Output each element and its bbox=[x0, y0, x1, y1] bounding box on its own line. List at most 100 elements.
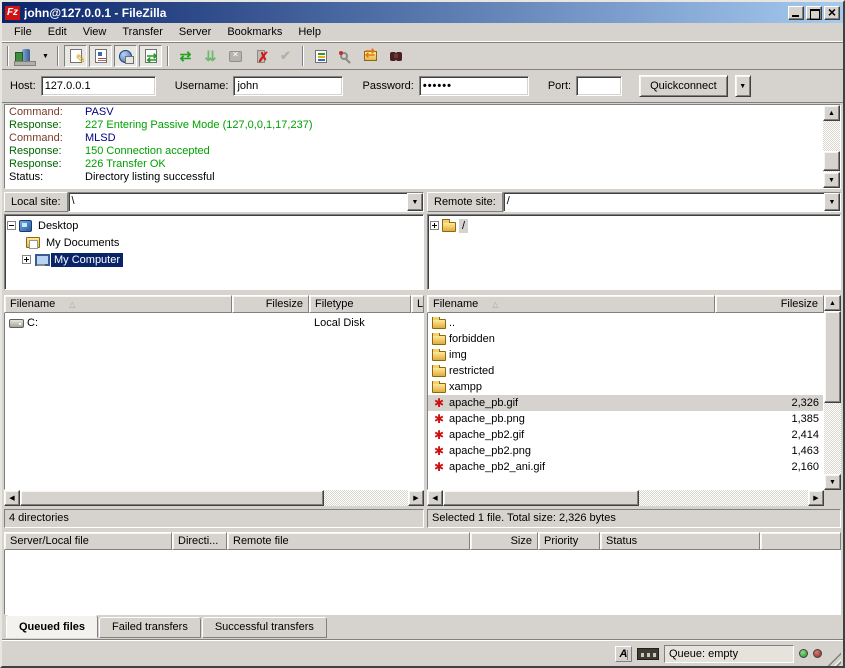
menu-bookmarks[interactable]: Bookmarks bbox=[219, 24, 290, 40]
file-row-restricted[interactable]: restricted bbox=[428, 363, 823, 379]
file-row-apache-pb2-gif[interactable]: apache_pb2.gif 2,414 bbox=[428, 427, 823, 443]
titlebar[interactable]: Fz john@127.0.0.1 - FileZilla bbox=[2, 2, 843, 23]
column-server-local-file[interactable]: Server/Local file bbox=[4, 532, 172, 550]
close-button[interactable] bbox=[824, 6, 840, 20]
disconnect-button[interactable] bbox=[249, 45, 272, 67]
file-row-img[interactable]: img bbox=[428, 347, 823, 363]
password-label: Password: bbox=[362, 80, 413, 92]
scroll-up-icon[interactable] bbox=[823, 105, 840, 121]
scroll-right-icon[interactable] bbox=[408, 490, 424, 506]
scroll-left-icon[interactable] bbox=[4, 490, 20, 506]
filter-button[interactable] bbox=[309, 45, 332, 67]
local-site-combo[interactable]: \ bbox=[68, 192, 424, 212]
remote-tree[interactable]: / bbox=[427, 214, 841, 290]
local-horizontal-scrollbar[interactable] bbox=[4, 490, 424, 506]
scroll-left-icon[interactable] bbox=[427, 490, 443, 506]
tree-item-my-computer[interactable]: My Computer bbox=[7, 251, 421, 268]
chevron-down-icon[interactable] bbox=[407, 193, 423, 211]
column-filename[interactable]: Filename bbox=[427, 295, 715, 313]
menu-view[interactable]: View bbox=[75, 24, 115, 40]
toggle-message-log-button[interactable] bbox=[64, 45, 87, 67]
file-row-parent-dir[interactable]: .. bbox=[428, 315, 823, 331]
resize-grip[interactable] bbox=[827, 652, 841, 666]
toggle-queue-button[interactable] bbox=[139, 45, 162, 67]
column-direction[interactable]: Directi... bbox=[172, 532, 227, 550]
scroll-right-icon[interactable] bbox=[808, 490, 824, 506]
file-row-xampp[interactable]: xampp bbox=[428, 379, 823, 395]
remote-file-list: Filename Filesize .. forbidden bbox=[427, 295, 841, 506]
menu-edit[interactable]: Edit bbox=[40, 24, 75, 40]
column-last-modified[interactable]: L bbox=[411, 295, 424, 313]
log-line: Status:Directory listing successful bbox=[9, 171, 820, 184]
password-input[interactable] bbox=[419, 76, 529, 96]
column-filesize[interactable]: Filesize bbox=[715, 295, 824, 313]
scroll-up-icon[interactable] bbox=[824, 295, 841, 311]
tab-successful-transfers[interactable]: Successful transfers bbox=[202, 617, 327, 638]
queue-body[interactable] bbox=[4, 550, 841, 615]
tab-failed-transfers[interactable]: Failed transfers bbox=[99, 617, 201, 638]
log-scrollbar[interactable] bbox=[823, 105, 840, 188]
remote-hscroll-thumb[interactable] bbox=[443, 490, 639, 506]
column-size[interactable]: Size bbox=[470, 532, 538, 550]
log-scrollbar-thumb[interactable] bbox=[823, 151, 840, 171]
toggle-remote-tree-button[interactable] bbox=[114, 45, 137, 67]
file-row-c-drive[interactable]: C: Local Disk bbox=[5, 315, 423, 331]
collapse-icon[interactable] bbox=[7, 221, 16, 230]
local-list-body[interactable]: C: Local Disk bbox=[4, 313, 424, 490]
chevron-down-icon[interactable] bbox=[824, 193, 840, 211]
scroll-down-icon[interactable] bbox=[824, 474, 841, 490]
menu-server[interactable]: Server bbox=[171, 24, 219, 40]
expand-icon[interactable] bbox=[22, 255, 31, 264]
remote-site-value: / bbox=[504, 193, 824, 211]
menu-help[interactable]: Help bbox=[290, 24, 329, 40]
column-remote-file[interactable]: Remote file bbox=[227, 532, 470, 550]
minimize-button[interactable] bbox=[788, 6, 804, 20]
column-status[interactable]: Status bbox=[600, 532, 760, 550]
process-queue-button[interactable] bbox=[199, 45, 222, 67]
column-filetype[interactable]: Filetype bbox=[309, 295, 411, 313]
tree-item-root[interactable]: / bbox=[430, 217, 838, 234]
tree-item-my-documents[interactable]: My Documents bbox=[7, 234, 421, 251]
refresh-button[interactable] bbox=[174, 45, 197, 67]
username-input[interactable] bbox=[233, 76, 343, 96]
expand-icon[interactable] bbox=[430, 221, 439, 230]
local-tree[interactable]: Desktop My Documents My Computer bbox=[4, 214, 424, 290]
quickconnect-button[interactable]: Quickconnect bbox=[639, 75, 728, 97]
site-manager-dropdown[interactable] bbox=[39, 45, 52, 67]
remote-vscroll-thumb[interactable] bbox=[824, 311, 841, 403]
message-log[interactable]: Command:PASV Response:227 Entering Passi… bbox=[4, 104, 841, 189]
folder-icon bbox=[432, 367, 446, 377]
column-spacer bbox=[760, 532, 841, 550]
find-files-button[interactable] bbox=[384, 45, 407, 67]
file-row-apache-pb2-ani-gif[interactable]: apache_pb2_ani.gif 2,160 bbox=[428, 459, 823, 475]
compare-directories-button[interactable] bbox=[334, 45, 357, 67]
toggle-local-tree-button[interactable] bbox=[89, 45, 112, 67]
column-priority[interactable]: Priority bbox=[538, 532, 600, 550]
compare-icon bbox=[340, 52, 348, 60]
file-row-forbidden[interactable]: forbidden bbox=[428, 331, 823, 347]
port-input[interactable] bbox=[576, 76, 622, 96]
menu-file[interactable]: File bbox=[6, 24, 40, 40]
remote-horizontal-scrollbar[interactable] bbox=[427, 490, 824, 506]
host-input[interactable] bbox=[41, 76, 156, 96]
remote-vertical-scrollbar[interactable] bbox=[824, 295, 841, 490]
site-manager-button[interactable] bbox=[14, 45, 37, 67]
file-row-apache-pb-gif[interactable]: apache_pb.gif 2,326 bbox=[428, 395, 823, 411]
column-filesize[interactable]: Filesize bbox=[232, 295, 309, 313]
tab-queued-files[interactable]: Queued files bbox=[6, 615, 98, 638]
file-row-apache-pb2-png[interactable]: apache_pb2.png 1,463 bbox=[428, 443, 823, 459]
local-hscroll-thumb[interactable] bbox=[20, 490, 324, 506]
cancel-button[interactable] bbox=[224, 45, 247, 67]
remote-list-body[interactable]: .. forbidden img restricted bbox=[427, 313, 824, 490]
scroll-down-icon[interactable] bbox=[823, 172, 840, 188]
synchronized-browsing-button[interactable] bbox=[359, 45, 382, 67]
menu-transfer[interactable]: Transfer bbox=[114, 24, 171, 40]
host-label: Host: bbox=[10, 80, 36, 92]
maximize-button[interactable] bbox=[806, 6, 822, 20]
abort-button[interactable] bbox=[274, 45, 297, 67]
column-filename[interactable]: Filename bbox=[4, 295, 232, 313]
quickconnect-dropdown[interactable] bbox=[735, 75, 751, 97]
file-row-apache-pb-png[interactable]: apache_pb.png 1,385 bbox=[428, 411, 823, 427]
tree-item-desktop[interactable]: Desktop bbox=[7, 217, 421, 234]
remote-site-combo[interactable]: / bbox=[503, 192, 841, 212]
